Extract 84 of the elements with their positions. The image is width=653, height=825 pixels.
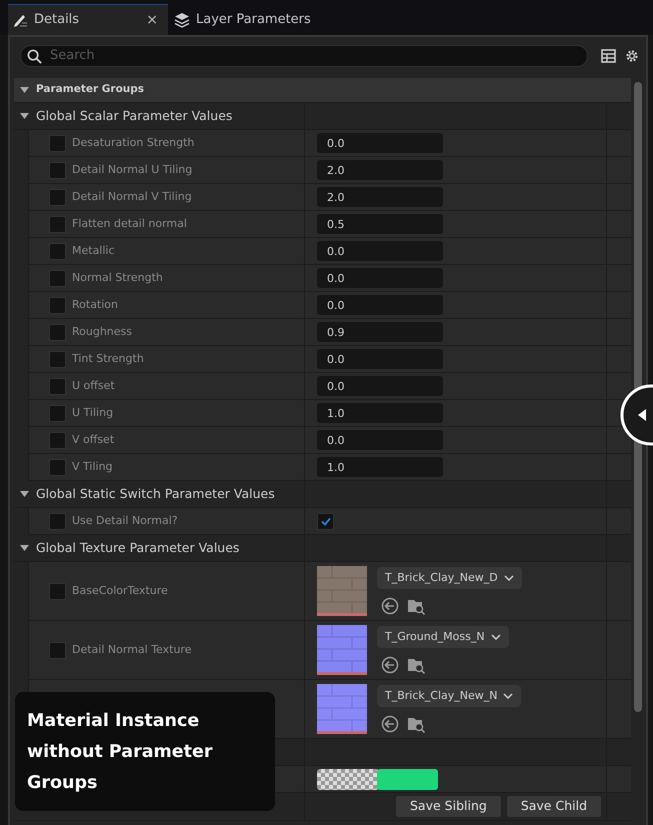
checkbox[interactable] [49,512,66,530]
checkbox[interactable] [49,582,66,600]
use-selected-icon[interactable] [381,715,399,733]
asset-dropdown[interactable]: T_Brick_Clay_New_D [377,567,522,589]
checkbox[interactable] [49,296,66,314]
checkbox[interactable] [49,458,66,476]
pencil-icon [12,12,28,28]
group-title: Global Static Switch Parameter Values [36,484,275,503]
checkbox[interactable] [317,512,334,530]
group-title: Global Scalar Parameter Values [36,106,232,125]
use-selected-icon[interactable] [381,656,399,674]
property-label: U Tiling [72,404,114,421]
checkbox[interactable] [49,188,66,206]
value-field[interactable]: 0.0 [317,376,443,396]
value-field[interactable]: 2.0 [317,160,443,180]
caret-icon [503,693,514,699]
property-label: V Tiling [72,458,113,475]
checkbox[interactable] [49,134,66,152]
property-label: Tint Strength [72,350,144,367]
expand-arrow-icon[interactable] [20,113,29,119]
close-button[interactable]: × [146,10,158,30]
checkmark-icon [320,516,330,526]
settings-icon[interactable] [624,48,640,64]
value-field[interactable]: 1.0 [317,403,443,423]
caret-icon [504,575,514,581]
value-field[interactable]: 0.0 [317,268,443,288]
property-label: Desaturation Strength [72,134,194,151]
value-field[interactable]: 0.0 [317,295,443,315]
checkbox[interactable] [49,324,66,340]
checkbox[interactable] [49,350,66,368]
property-label: Roughness [72,324,132,340]
property-label: Detail Normal V Tiling [72,188,192,205]
collapse-handle[interactable] [620,384,653,446]
value-field[interactable]: 0.0 [317,430,443,450]
checkbox[interactable] [49,404,66,422]
group-header[interactable]: Global Static Switch Parameter Values [14,481,631,508]
value-field[interactable]: 0.5 [317,214,443,234]
value-field[interactable]: 0.0 [317,241,443,261]
browse-folder-icon[interactable] [407,656,425,674]
property-label: Detail Normal Texture [72,642,192,658]
value-field[interactable]: 1.0 [317,457,443,477]
expand-arrow-icon[interactable] [20,87,29,93]
browse-folder-icon[interactable] [407,597,425,615]
caption-text: Material Instance without Parameter Groups [15,692,275,811]
checkbox[interactable] [49,432,66,448]
value-field[interactable]: 0.0 [317,133,443,153]
property-label: V offset [72,432,114,448]
property-label: Metallic [72,242,115,259]
value-field[interactable]: 2.0 [317,187,443,207]
checkbox[interactable] [49,270,66,286]
expand-arrow-icon[interactable] [20,491,29,497]
property-label: Detail Normal U Tiling [72,162,192,178]
property-label: Normal Strength [72,270,163,286]
search-icon [27,48,42,64]
color-swatch[interactable] [317,768,438,790]
property-label: Use Detail Normal? [72,512,178,529]
group-header[interactable]: Global Texture Parameter Values [14,535,631,562]
use-selected-icon[interactable] [381,597,399,615]
save-button[interactable]: Save Sibling [395,795,502,818]
checkbox[interactable] [49,642,66,658]
property-label: U offset [72,378,115,394]
checkbox[interactable] [49,242,66,260]
asset-dropdown[interactable]: T_Ground_Moss_N [377,626,509,648]
caret-icon [490,634,501,640]
browse-folder-icon[interactable] [407,715,425,733]
category-header[interactable]: Parameter Groups [14,78,631,103]
tab[interactable]: Layer Parameters [170,4,321,35]
property-label: Rotation [72,296,118,313]
table-icon[interactable] [601,49,616,63]
property-label: Flatten detail normal [72,216,187,232]
asset-dropdown[interactable]: T_Brick_Clay_New_N [377,685,522,707]
expand-arrow-icon[interactable] [20,545,29,551]
save-button[interactable]: Save Child [506,795,602,818]
group-title: Global Texture Parameter Values [36,538,240,557]
checkbox[interactable] [49,162,66,178]
checkbox[interactable] [49,378,66,394]
value-field[interactable]: 0.0 [317,349,443,369]
tab[interactable]: Details × [8,4,168,35]
group-header[interactable]: Global Scalar Parameter Values [14,103,631,130]
property-label: BaseColorTexture [72,582,168,599]
layers-icon [174,12,190,28]
value-field[interactable]: 0.9 [317,322,443,342]
scrollbar[interactable] [634,82,642,712]
checkbox[interactable] [49,216,66,232]
